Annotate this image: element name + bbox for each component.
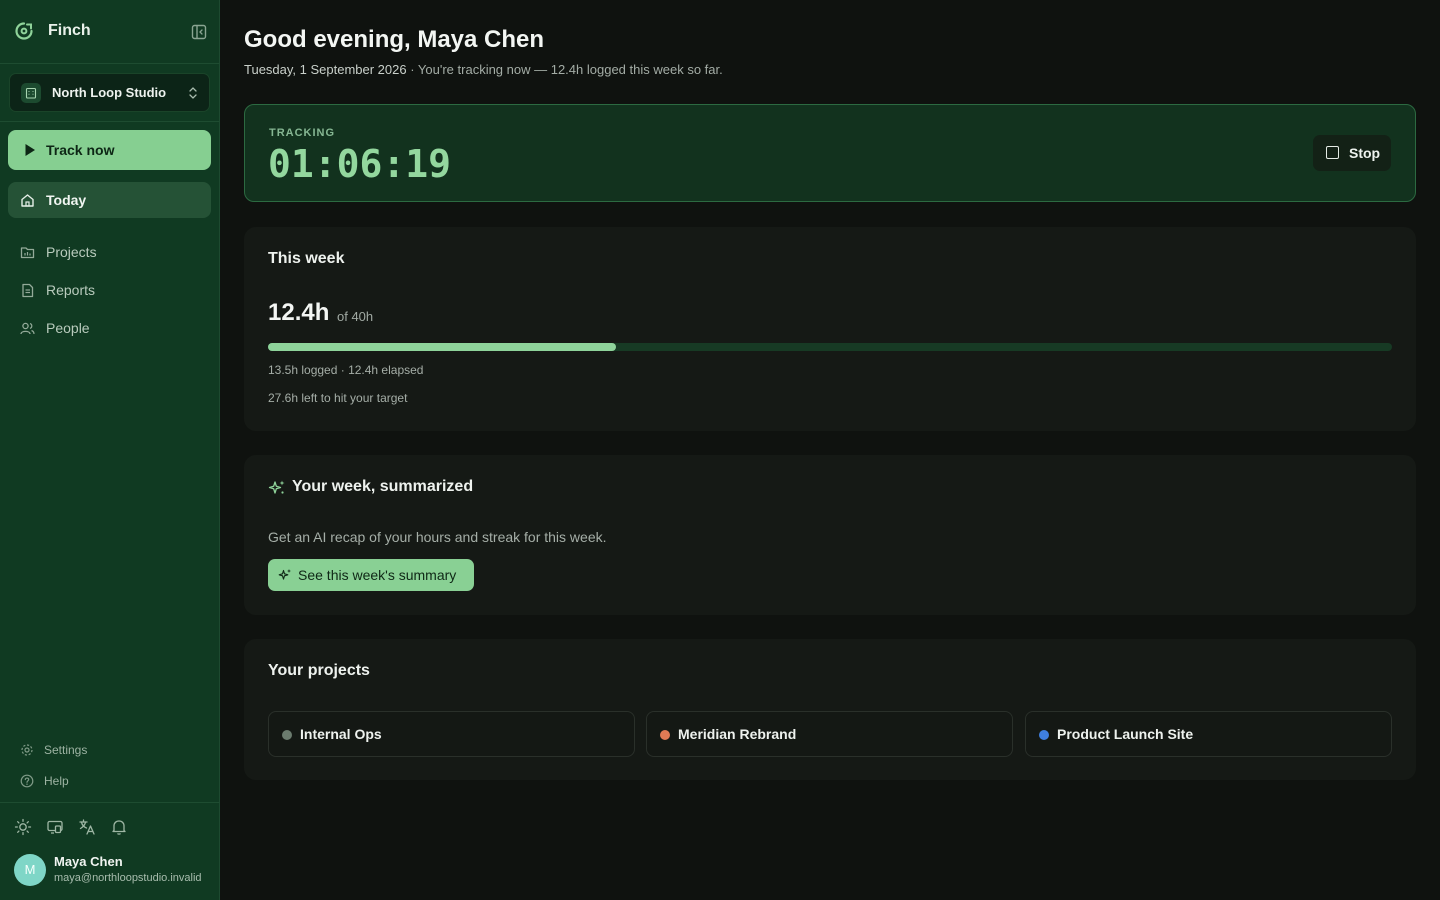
settings-label: Settings xyxy=(44,743,88,757)
week-hours: 12.4h xyxy=(268,299,330,326)
project-color-dot xyxy=(282,730,292,740)
project-name: Product Launch Site xyxy=(1057,726,1194,742)
workspace-switcher[interactable]: North Loop Studio xyxy=(9,73,210,112)
nav-item-settings[interactable]: Settings xyxy=(8,737,211,763)
divider xyxy=(0,121,220,122)
page-title: Good evening, Maya Chen xyxy=(244,26,545,53)
summary-title: Your week, summarized xyxy=(292,478,474,495)
summary-description: Get an AI recap of your hours and streak… xyxy=(268,529,607,545)
project-name: Meridian Rebrand xyxy=(678,726,797,742)
divider xyxy=(0,802,220,803)
sparkles-icon xyxy=(278,569,291,580)
home-icon xyxy=(21,194,34,207)
stop-label: Stop xyxy=(1349,145,1381,161)
brand-header: Finch xyxy=(0,0,220,64)
sidebar: Finch North Loop Studio Track now Today … xyxy=(0,0,220,900)
sun-icon[interactable] xyxy=(14,818,32,836)
sparkles-icon xyxy=(268,480,285,494)
help-icon xyxy=(20,774,34,788)
week-remaining-text: 27.6h left to hit your target xyxy=(268,391,408,405)
track-now-button[interactable]: Track now xyxy=(8,130,211,170)
nav-item-help[interactable]: Help xyxy=(8,768,211,794)
projects-title: Your projects xyxy=(268,662,370,679)
gear-icon xyxy=(21,744,33,756)
this-week-card: This week 12.4h of 40h 13.5h logged · 12… xyxy=(244,227,1416,431)
building-icon xyxy=(21,83,41,103)
nav-item-reports[interactable]: Reports xyxy=(8,272,211,308)
bell-icon[interactable] xyxy=(110,818,128,836)
tracking-timer: 01:06:19 xyxy=(268,142,452,186)
nav-label: People xyxy=(46,320,90,336)
nav-label: Projects xyxy=(46,244,97,260)
projects-card: Your projects Internal Ops Meridian Rebr… xyxy=(244,639,1416,780)
nav-item-projects[interactable]: Projects xyxy=(8,234,211,270)
project-color-dot xyxy=(660,730,670,740)
folder-icon xyxy=(20,247,35,259)
avatar[interactable]: M xyxy=(14,854,46,886)
project-color-dot xyxy=(1039,730,1049,740)
stop-icon xyxy=(1326,146,1339,159)
status-text: · You're tracking now — 12.4h logged thi… xyxy=(406,62,723,77)
week-logged-text: 13.5h logged · 12.4h elapsed xyxy=(268,363,424,377)
chevron-updown-icon xyxy=(189,87,197,99)
summary-card: Your week, summarized Get an AI recap of… xyxy=(244,455,1416,615)
week-progress-fill xyxy=(268,343,617,351)
monitor-icon[interactable] xyxy=(46,818,64,836)
tracking-card: TRACKING 01:06:19 Stop xyxy=(244,104,1416,202)
document-icon xyxy=(22,283,34,298)
project-card-product-launch-site[interactable]: Product Launch Site xyxy=(1025,711,1392,757)
week-target: of 40h xyxy=(337,309,374,324)
play-icon xyxy=(25,144,35,156)
sidebar-collapse-icon[interactable] xyxy=(190,23,208,41)
app-name: Finch xyxy=(48,22,91,39)
date-text: Tuesday, 1 September 2026 xyxy=(244,62,407,77)
user-name: Maya Chen xyxy=(54,854,123,869)
workspace-name: North Loop Studio xyxy=(52,85,167,100)
track-now-label: Track now xyxy=(46,142,115,158)
users-icon xyxy=(20,322,35,335)
see-summary-button[interactable]: See this week's summary xyxy=(268,559,474,591)
week-progress-bar xyxy=(268,343,1392,351)
user-email: maya@northloopstudio.invalid xyxy=(54,872,202,884)
translate-icon[interactable] xyxy=(78,818,96,836)
project-card-internal-ops[interactable]: Internal Ops xyxy=(268,711,635,757)
project-card-meridian-rebrand[interactable]: Meridian Rebrand xyxy=(646,711,1013,757)
nav-label: Reports xyxy=(46,282,96,298)
nav-item-today[interactable]: Today xyxy=(8,182,211,218)
nav-label: Today xyxy=(46,192,87,208)
date-status-line: Tuesday, 1 September 2026 · You're track… xyxy=(244,62,723,77)
tracking-label: TRACKING xyxy=(269,127,336,139)
stop-button[interactable]: Stop xyxy=(1313,135,1391,171)
this-week-title: This week xyxy=(268,250,345,267)
help-label: Help xyxy=(44,774,69,788)
see-summary-label: See this week's summary xyxy=(298,567,457,583)
finch-logo-icon xyxy=(15,22,33,40)
project-name: Internal Ops xyxy=(300,726,382,742)
nav-item-people[interactable]: People xyxy=(8,310,211,346)
